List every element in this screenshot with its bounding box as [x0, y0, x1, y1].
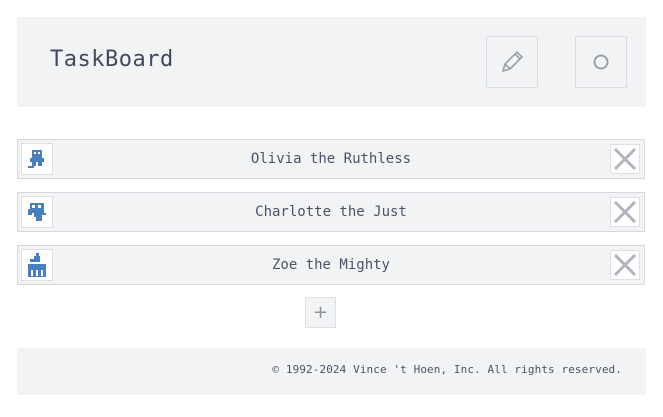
- close-icon: [613, 200, 637, 224]
- user-row[interactable]: Zoe the Mighty: [17, 245, 645, 285]
- monster-avatar: [21, 196, 53, 228]
- user-row[interactable]: Charlotte the Just: [17, 192, 645, 232]
- user-row[interactable]: Olivia the Ruthless: [17, 139, 645, 179]
- pencil-icon: [501, 50, 524, 73]
- close-icon: [613, 147, 637, 171]
- footer: © 1992-2024 Vince 't Hoen, Inc. All righ…: [17, 348, 646, 395]
- castle-avatar: [21, 249, 53, 281]
- copyright-text: © 1992-2024 Vince 't Hoen, Inc. All righ…: [272, 363, 622, 376]
- add-user-button[interactable]: +: [305, 297, 336, 328]
- settings-button[interactable]: [575, 36, 627, 88]
- edit-button[interactable]: [486, 36, 538, 88]
- user-name: Olivia the Ruthless: [250, 151, 412, 167]
- robot-avatar: [21, 143, 53, 175]
- app-title: TaskBoard: [50, 47, 174, 72]
- circle-icon: [593, 54, 609, 70]
- user-name: Charlotte the Just: [255, 204, 407, 220]
- delete-button[interactable]: [610, 144, 640, 174]
- pixel-monster-avatar-icon: [28, 203, 46, 221]
- app-header: TaskBoard: [17, 17, 646, 107]
- pixel-castle-avatar-icon: [28, 253, 46, 277]
- close-icon: [613, 253, 637, 277]
- delete-button[interactable]: [610, 250, 640, 280]
- pixel-robot-avatar-icon: [28, 150, 44, 168]
- delete-button[interactable]: [610, 197, 640, 227]
- user-name: Zoe the Mighty: [271, 257, 390, 273]
